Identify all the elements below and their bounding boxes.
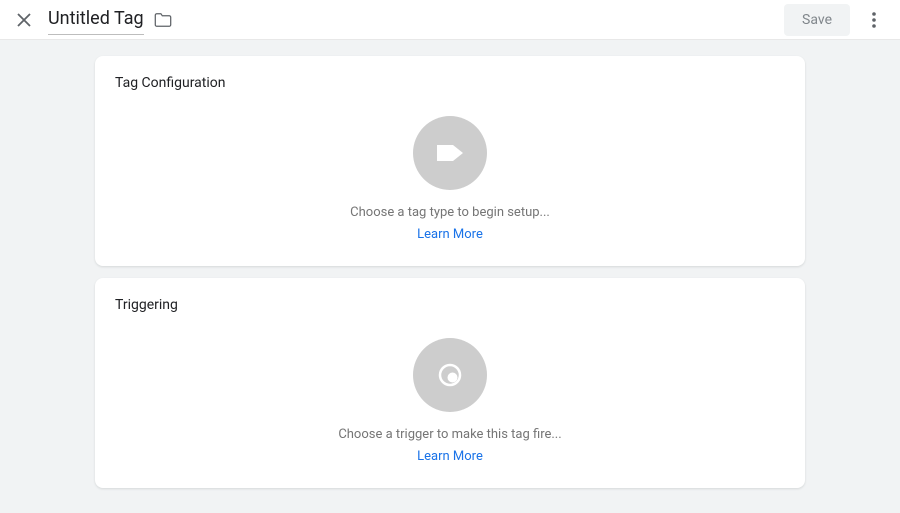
tag-shape-icon bbox=[436, 142, 464, 164]
tag-placeholder-icon bbox=[413, 116, 487, 190]
tag-configuration-panel[interactable]: Tag Configuration Choose a tag type to b… bbox=[95, 56, 805, 266]
panel-description: Choose a trigger to make this tag fire..… bbox=[338, 426, 561, 444]
close-button[interactable] bbox=[12, 8, 36, 32]
header: Untitled Tag Save bbox=[0, 0, 900, 40]
panel-title: Tag Configuration bbox=[115, 74, 785, 94]
content-area: Tag Configuration Choose a tag type to b… bbox=[0, 40, 900, 513]
more-menu-button[interactable] bbox=[858, 4, 890, 36]
folder-icon[interactable] bbox=[154, 13, 172, 27]
panel-description: Choose a tag type to begin setup... bbox=[350, 204, 550, 222]
more-icon bbox=[872, 12, 876, 28]
close-icon bbox=[17, 13, 31, 27]
triggering-panel[interactable]: Triggering Choose a trigger to make this… bbox=[95, 278, 805, 488]
save-button[interactable]: Save bbox=[784, 4, 850, 36]
panel-title: Triggering bbox=[115, 296, 785, 316]
trigger-placeholder-icon bbox=[413, 338, 487, 412]
tag-title[interactable]: Untitled Tag bbox=[48, 5, 144, 35]
learn-more-link[interactable]: Learn More bbox=[417, 448, 483, 466]
trigger-shape-icon bbox=[437, 362, 463, 388]
learn-more-link[interactable]: Learn More bbox=[417, 226, 483, 244]
